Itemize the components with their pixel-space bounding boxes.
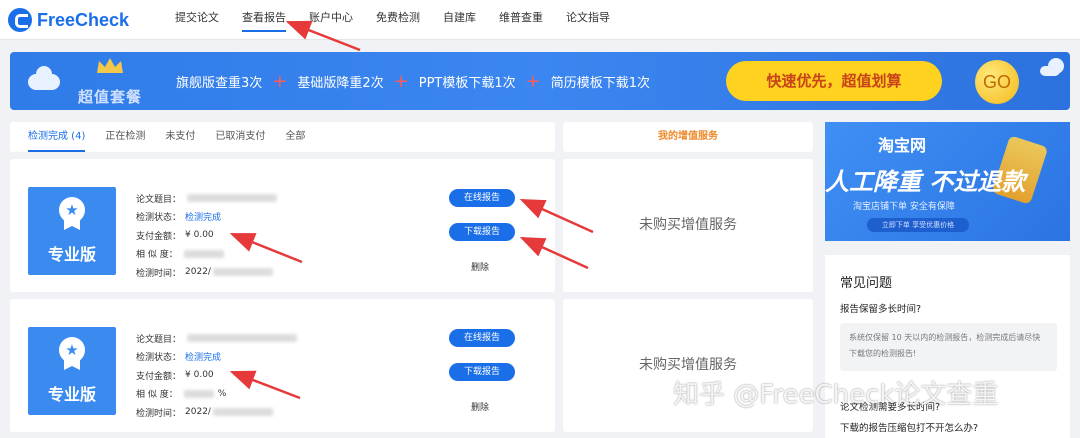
status-value: 检测完成 [185,353,222,364]
report-tabs: 检测完成 (4) 正在检测 未支付 已取消支付 全部 [10,122,555,152]
star-medal-icon [59,337,85,363]
tab-all[interactable]: 全部 [285,122,305,152]
plus-icon: + [393,70,409,92]
faq-question[interactable]: 下载的报告压缩包打不开怎么办? [840,420,978,434]
taobao-title: 淘宝网 [878,136,927,155]
delete-link[interactable]: 删除 [471,400,489,413]
edition-badge: 专业版 [28,187,116,275]
tab-in-progress[interactable]: 正在检测 [105,122,145,152]
main-nav: 提交论文 查看报告 账户中心 免费检测 自建库 维普查重 论文指导 [175,0,633,40]
amount-value: ¥ 0.00 [185,230,214,241]
logo-icon [8,8,32,32]
nav-submit-paper[interactable]: 提交论文 [175,0,219,40]
field-status: 检测状态： 检测完成 [136,348,297,367]
field-time: 检测时间： 2022/ [136,403,297,422]
nav-custom-library[interactable]: 自建库 [443,0,476,40]
logo-text: FreeCheck [37,9,130,30]
report-fields: 论文题目： 检测状态： 检测完成 支付金额： ¥ 0.00 相 似 度：% 检测时间… [136,329,298,422]
time-value: 2022/ [185,407,211,418]
similarity-suffix: % [217,388,227,399]
edition-label: 专业版 [47,245,96,264]
field-amount: 支付金额： ¥ 0.00 [136,370,214,382]
nav-account[interactable]: 账户中心 [309,0,353,40]
download-report-button[interactable]: 下载报告 [449,223,515,241]
service-card: 未购买增值服务 [563,299,813,432]
online-report-button[interactable]: 在线报告 [449,189,515,207]
faq-answer: 系统仅保留 10 天以内的检测报告，检测完成后请尽快下载您的检测报告! [840,323,1057,371]
package-banner[interactable]: 超值套餐 旗舰版查重3次 + 基础版降重2次 + PPT模板下载1次 + 简历模… [10,52,1070,110]
watermark-text: 知乎 @FreeCheck论文查重 [673,380,999,410]
amount-value: ¥ 0.00 [185,370,214,381]
package-item: 基础版降重2次 [297,76,384,91]
plus-icon: + [525,70,541,92]
edition-label: 专业版 [47,385,96,404]
status-value: 检测完成 [185,213,222,224]
nav-view-report[interactable]: 查看报告 [242,0,286,40]
service-card: 未购买增值服务 [563,159,813,292]
taobao-order-button[interactable]: 立即下单 享受优惠价格 [867,218,969,232]
no-service-text: 未购买增值服务 [639,217,737,233]
top-header: FreeCheck 提交论文 查看报告 账户中心 免费检测 自建库 维普查重 论… [0,0,1080,40]
download-report-button[interactable]: 下载报告 [449,363,515,381]
tab-completed[interactable]: 检测完成 (4) [28,122,86,152]
field-similarity: 相 似 度：% [136,388,227,401]
star-medal-icon [59,197,85,223]
field-time: 检测时间： 2022/ [136,263,277,282]
report-card: 专业版 论文题目： 检测状态：检测完成 支付金额：¥ 0.00 相 似 度： 检… [10,159,555,292]
crown-icon [97,58,123,73]
report-card: 专业版 论文题目： 检测状态：检测完成 支付金额：¥ 0.00 相 似 度：% … [10,299,555,432]
nav-free-check[interactable]: 免费检测 [376,0,420,40]
tab-unpaid[interactable]: 未支付 [165,122,195,152]
field-status: 检测状态： 检测完成 [136,208,277,227]
package-label: 超值套餐 [78,88,143,106]
faq-title: 常见问题 [840,276,893,291]
nav-weipu-check[interactable]: 维普查重 [499,0,543,40]
delete-link[interactable]: 删除 [471,260,489,273]
buy-package-button[interactable]: 快速优先，超值划算 [726,61,942,101]
cloud-icon [28,66,60,90]
taobao-slogan: 人工降重 不过退款 [825,168,1026,196]
value-added-services-header: 我的增值服务 [563,122,813,152]
package-item: 简历模板下载1次 [550,76,651,91]
taobao-subtitle: 淘宝店铺下单 安全有保障 [853,202,955,212]
no-service-text: 未购买增值服务 [639,357,737,373]
package-items: 旗舰版查重3次 + 基础版降重2次 + PPT模板下载1次 + 简历模板下载1次 [176,72,650,91]
go-button[interactable]: GO [975,60,1019,104]
field-amount: 支付金额： ¥ 0.00 [136,230,214,242]
tab-cancelled[interactable]: 已取消支付 [215,122,265,152]
package-item: 旗舰版查重3次 [176,76,263,91]
package-item: PPT模板下载1次 [418,76,516,91]
field-title: 论文题目： [136,329,298,348]
field-title: 论文题目： [136,189,278,208]
cloud-icon [1040,58,1064,76]
report-fields: 论文题目： 检测状态： 检测完成 支付金额： ¥ 0.00 相 似 度： 检测时间：… [136,189,278,282]
faq-question[interactable]: 报告保留多长时间? [840,301,921,315]
nav-paper-guide[interactable]: 论文指导 [566,0,610,40]
online-report-button[interactable]: 在线报告 [449,329,515,347]
taobao-ad[interactable]: 淘宝网 人工降重 不过退款 淘宝店铺下单 安全有保障 立即下单 享受优惠价格 [825,122,1070,241]
freecheck-logo[interactable]: FreeCheck [8,8,129,32]
field-similarity: 相 似 度： [136,245,277,264]
plus-icon: + [272,70,288,92]
time-value: 2022/ [185,267,211,278]
edition-badge: 专业版 [28,327,116,415]
